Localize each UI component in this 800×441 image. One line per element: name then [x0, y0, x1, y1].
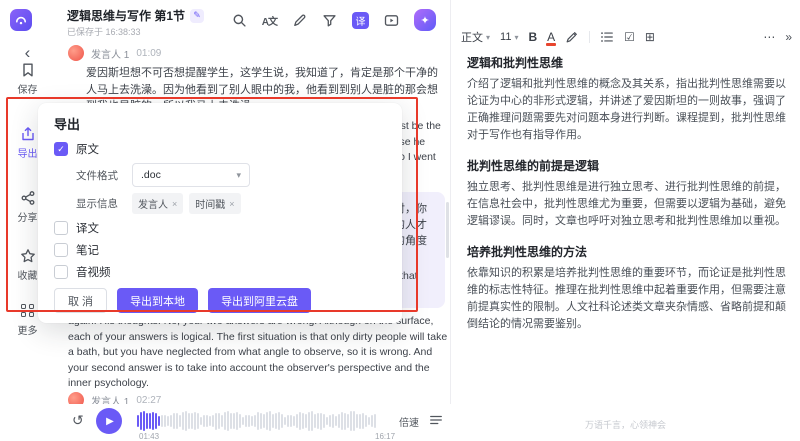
replay-icon[interactable]: ↺ — [72, 412, 84, 429]
section-heading: 逻辑和批判性思维 — [467, 54, 786, 71]
section-heading: 培养批判性思维的方法 — [467, 243, 786, 260]
filter-icon[interactable] — [322, 13, 337, 28]
summary-section: 培养批判性思维的方法 依靠知识的积累是培养批判性思维的重要环节，而论证是批判性思… — [467, 243, 786, 333]
cancel-button[interactable]: 取 消 — [54, 288, 107, 313]
ai-assistant-button[interactable]: ✦ — [414, 9, 436, 31]
export-icon — [20, 126, 36, 142]
sidebar-item-label: 分享 — [18, 209, 38, 224]
app-window: ‹ 保存 导出 分享 收藏 更多 逻辑思维与写作 第1节 ✎ 已保存于 16:3… — [0, 0, 800, 439]
summary-editor-panel: 正文 ▾ 11 ▾ B A ☑ ⊞ ⋯ » 逻辑和批判性思维 介绍了逻辑和批判性… — [450, 0, 800, 439]
watermark-text: 万语千言，心领神会 — [451, 418, 800, 431]
search-icon[interactable] — [232, 13, 247, 28]
play-button[interactable]: ▶ — [96, 408, 122, 434]
checkbox-notes[interactable] — [54, 243, 68, 257]
share-icon — [20, 190, 36, 206]
font-size-select[interactable]: 11 ▾ — [500, 31, 518, 43]
bold-button[interactable]: B — [528, 30, 537, 44]
checkbox-translation[interactable] — [54, 221, 68, 235]
chevron-down-icon: ▾ — [514, 33, 518, 42]
sidebar-item-label: 导出 — [18, 145, 38, 160]
export-cloud-button[interactable]: 导出到阿里云盘 — [208, 288, 311, 313]
waveform[interactable] — [137, 409, 377, 433]
playlist-icon[interactable] — [429, 413, 443, 432]
timestamp[interactable]: 01:09 — [136, 48, 161, 59]
sidebar-item-save[interactable]: 保存 — [0, 62, 55, 96]
section-heading: 批判性思维的前提是逻辑 — [467, 157, 786, 174]
edit-icon[interactable] — [292, 13, 307, 28]
video-icon[interactable] — [384, 13, 399, 28]
highlighter-icon[interactable] — [565, 30, 579, 44]
checkbox-media[interactable] — [54, 265, 68, 279]
checklist-icon[interactable]: ☑ — [624, 30, 635, 44]
speaker-name: 发言人 1 — [91, 393, 129, 405]
table-icon[interactable]: ⊞ — [645, 30, 655, 44]
sidebar-item-label: 保存 — [18, 81, 38, 96]
chevron-down-icon: ▾ — [486, 33, 490, 42]
editor-toolbar: 正文 ▾ 11 ▾ B A ☑ ⊞ ⋯ » — [461, 26, 792, 48]
back-button[interactable]: ‹ — [0, 44, 55, 62]
current-time: 01:43 — [139, 432, 159, 441]
sidebar-item-label: 收藏 — [18, 267, 38, 282]
remove-tag-icon[interactable]: × — [172, 199, 177, 209]
header: 逻辑思维与写作 第1节 ✎ 已保存于 16:38:33 A文 译 ✦ — [55, 0, 450, 40]
header-toolbar: A文 译 ✦ — [232, 9, 436, 31]
timestamp[interactable]: 02:27 — [136, 395, 161, 405]
export-dialog: 导出 ✓ 原文 文件格式 .doc ▾ 显示信息 发言人 × 时间戳 × — [38, 103, 402, 323]
chevron-down-icon: ▾ — [236, 170, 241, 181]
playback-speed-button[interactable]: 倍速 — [399, 414, 419, 429]
paragraph-style-select[interactable]: 正文 ▾ — [461, 29, 490, 45]
export-local-button[interactable]: 导出到本地 — [117, 288, 198, 313]
editor-body[interactable]: 逻辑和批判性思维 介绍了逻辑和批判性思维的概念及其关系，指出批判性思维需要以论证… — [467, 54, 786, 346]
tag-speaker[interactable]: 发言人 × — [132, 193, 183, 214]
divider — [589, 31, 590, 43]
file-format-label: 文件格式 — [76, 168, 132, 183]
tag-timestamp[interactable]: 时间戳 × — [189, 193, 240, 214]
font-color-button[interactable]: A — [547, 32, 555, 43]
more-options-icon[interactable]: ⋯ — [763, 30, 775, 44]
sidebar-item-label: 更多 — [18, 322, 38, 337]
speaker-name: 发言人 1 — [91, 46, 129, 61]
speaker-avatar — [68, 392, 84, 404]
collapse-panel-icon[interactable]: » — [785, 30, 792, 44]
transcript-text-en[interactable]: again. His thoughts: No, your two answer… — [68, 314, 448, 393]
total-time: 16:17 — [375, 432, 395, 441]
star-icon — [20, 248, 36, 264]
checkbox-original-text[interactable]: ✓ — [54, 142, 68, 156]
section-body: 介绍了逻辑和批判性思维的概念及其关系，指出批判性思维需要以论证为中心的非形式逻辑… — [467, 76, 786, 144]
summary-section: 逻辑和批判性思维 介绍了逻辑和批判性思维的概念及其关系，指出批判性思维需要以论证… — [467, 54, 786, 144]
app-logo-icon — [10, 9, 32, 31]
bullet-list-icon[interactable] — [600, 30, 614, 44]
audio-player: ↺ ▶ 01:43 16:17 倍速 — [55, 404, 451, 439]
speaker-avatar — [68, 45, 84, 61]
dialog-title: 导出 — [54, 114, 386, 133]
remove-tag-icon[interactable]: × — [229, 199, 234, 209]
translate-icon[interactable]: A文 — [262, 13, 277, 28]
section-body: 依靠知识的积累是培养批判性思维的重要环节，而论证是批判性思维的标志性特征。推理在… — [467, 265, 786, 333]
edit-title-icon[interactable]: ✎ — [190, 9, 204, 23]
speaker-row: 发言人 1 01:09 — [68, 45, 161, 61]
page-title: 逻辑思维与写作 第1节 ✎ — [67, 7, 204, 24]
summary-section: 批判性思维的前提是逻辑 独立思考、批判性思维是进行独立思考、进行批判性思维的前提… — [467, 157, 786, 230]
speaker-row: 发言人 1 02:27 — [68, 392, 161, 404]
file-format-select[interactable]: .doc ▾ — [132, 163, 250, 187]
saved-status: 已保存于 16:38:33 — [67, 25, 141, 38]
scrollbar-thumb[interactable] — [446, 202, 449, 258]
bookmark-icon — [20, 62, 36, 78]
grid-more-icon — [21, 304, 35, 318]
translate-badge-icon[interactable]: 译 — [352, 12, 369, 29]
section-body: 独立思考、批判性思维是进行独立思考、进行批判性思维的前提，在信息社会中，批判性思… — [467, 179, 786, 230]
display-info-label: 显示信息 — [76, 196, 132, 211]
